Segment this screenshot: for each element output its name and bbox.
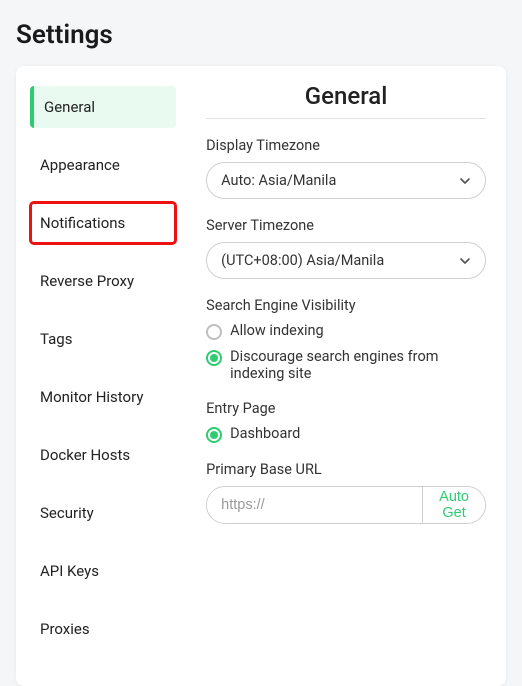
main-panel: General Display Timezone Auto: Asia/Mani… bbox=[186, 82, 506, 670]
auto-get-button[interactable]: Auto Get bbox=[422, 487, 485, 523]
radio-discourage-indexing[interactable]: Discourage search engines from indexing … bbox=[206, 348, 486, 382]
sidebar-item-proxies[interactable]: Proxies bbox=[30, 608, 176, 650]
sidebar-item-label: Monitor History bbox=[40, 388, 143, 406]
sidebar-item-monitor-history[interactable]: Monitor History bbox=[30, 376, 176, 418]
radio-label: Discourage search engines from indexing … bbox=[230, 348, 486, 382]
primary-base-url-input[interactable] bbox=[207, 487, 422, 523]
sidebar-item-docker-hosts[interactable]: Docker Hosts bbox=[30, 434, 176, 476]
entry-page-block: Entry Page Dashboard bbox=[206, 400, 486, 443]
sidebar-item-label: API Keys bbox=[40, 562, 99, 580]
sidebar: General Appearance Notifications Reverse… bbox=[16, 82, 186, 670]
page-title: Settings bbox=[16, 20, 506, 50]
search-visibility-block: Search Engine Visibility Allow indexing … bbox=[206, 297, 486, 382]
sidebar-item-label: General bbox=[44, 98, 95, 116]
sidebar-item-label: Proxies bbox=[40, 620, 90, 638]
primary-base-url-block: Primary Base URL Auto Get bbox=[206, 461, 486, 524]
section-title: General bbox=[206, 82, 486, 119]
sidebar-item-label: Security bbox=[40, 504, 94, 522]
radio-icon bbox=[206, 324, 222, 340]
radio-entry-dashboard[interactable]: Dashboard bbox=[206, 425, 486, 443]
sidebar-item-security[interactable]: Security bbox=[30, 492, 176, 534]
chevron-down-icon bbox=[459, 175, 471, 187]
radio-label: Dashboard bbox=[230, 425, 300, 442]
server-timezone-select[interactable]: (UTC+08:00) Asia/Manila bbox=[206, 242, 486, 279]
sidebar-item-label: Reverse Proxy bbox=[40, 272, 134, 290]
display-timezone-value: Auto: Asia/Manila bbox=[221, 172, 336, 189]
entry-page-label: Entry Page bbox=[206, 400, 486, 417]
display-timezone-block: Display Timezone Auto: Asia/Manila bbox=[206, 137, 486, 199]
sidebar-item-general[interactable]: General bbox=[30, 86, 176, 128]
sidebar-item-label: Appearance bbox=[40, 156, 120, 174]
server-timezone-block: Server Timezone (UTC+08:00) Asia/Manila bbox=[206, 217, 486, 279]
sidebar-item-appearance[interactable]: Appearance bbox=[30, 144, 176, 186]
settings-card: General Appearance Notifications Reverse… bbox=[16, 66, 506, 686]
radio-label: Allow indexing bbox=[230, 322, 324, 339]
radio-icon bbox=[206, 427, 222, 443]
server-timezone-value: (UTC+08:00) Asia/Manila bbox=[221, 252, 384, 269]
sidebar-item-label: Docker Hosts bbox=[40, 446, 130, 464]
sidebar-item-label: Tags bbox=[40, 330, 72, 348]
sidebar-item-label: Notifications bbox=[40, 214, 125, 232]
primary-base-url-group: Auto Get bbox=[206, 486, 486, 524]
sidebar-item-reverse-proxy[interactable]: Reverse Proxy bbox=[30, 260, 176, 302]
radio-allow-indexing[interactable]: Allow indexing bbox=[206, 322, 486, 340]
display-timezone-select[interactable]: Auto: Asia/Manila bbox=[206, 162, 486, 199]
sidebar-item-notifications[interactable]: Notifications bbox=[30, 202, 176, 244]
search-visibility-label: Search Engine Visibility bbox=[206, 297, 486, 314]
server-timezone-label: Server Timezone bbox=[206, 217, 486, 234]
radio-icon bbox=[206, 350, 222, 366]
sidebar-item-api-keys[interactable]: API Keys bbox=[30, 550, 176, 592]
primary-base-url-label: Primary Base URL bbox=[206, 461, 486, 478]
display-timezone-label: Display Timezone bbox=[206, 137, 486, 154]
sidebar-item-tags[interactable]: Tags bbox=[30, 318, 176, 360]
chevron-down-icon bbox=[459, 255, 471, 267]
